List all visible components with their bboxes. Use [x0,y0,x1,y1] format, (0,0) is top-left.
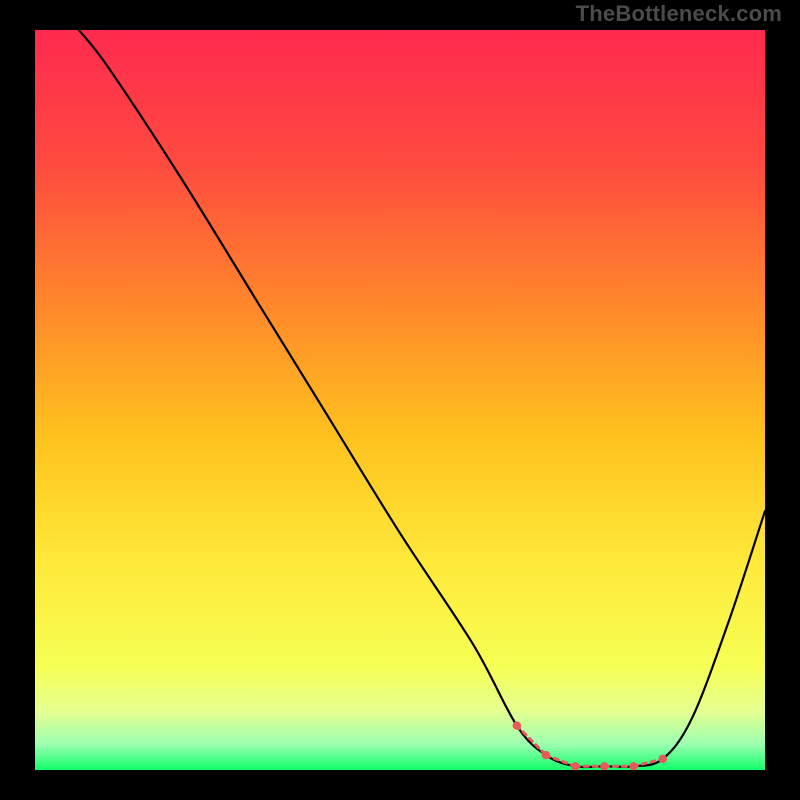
plot-area [35,30,765,770]
heatmap-background [35,30,765,770]
watermark-text: TheBottleneck.com [576,1,782,27]
chart-frame: TheBottleneck.com [0,0,800,800]
chart-svg [35,30,765,770]
